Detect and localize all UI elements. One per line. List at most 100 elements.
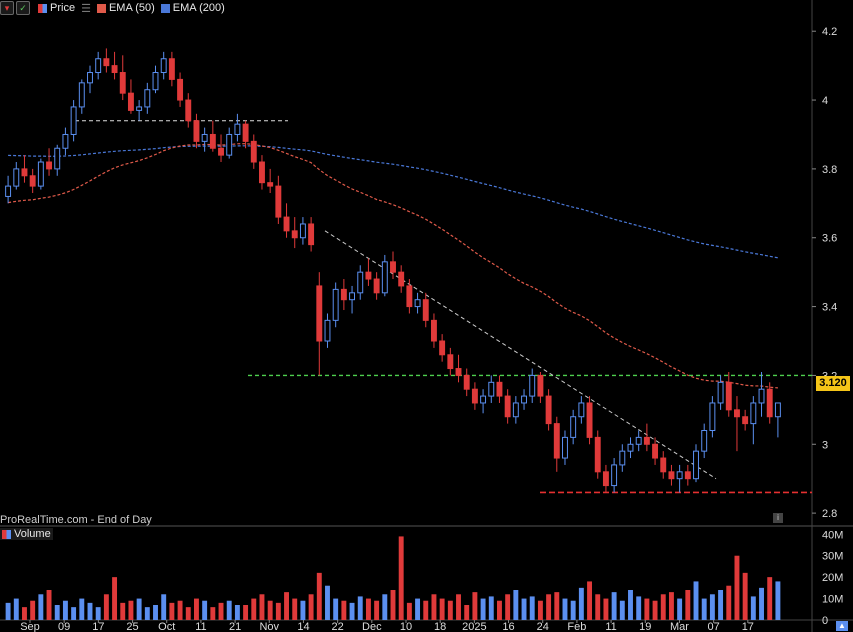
volume-bar xyxy=(685,590,691,620)
volume-bar xyxy=(349,602,355,620)
volume-bar xyxy=(365,598,371,620)
candle-body xyxy=(87,72,93,84)
candle-body xyxy=(537,374,544,397)
volume-bar xyxy=(562,598,568,620)
volume-bar xyxy=(333,598,339,620)
ema200-swatch xyxy=(160,3,170,13)
candle-body xyxy=(332,288,339,321)
price-tick-label: 3 xyxy=(822,439,828,451)
candle-body xyxy=(373,278,380,294)
volume-bar xyxy=(628,590,633,620)
candle-body xyxy=(29,175,36,187)
volume-bar xyxy=(112,577,118,620)
candle-body xyxy=(693,450,699,480)
volume-bar xyxy=(677,598,683,620)
candle-body xyxy=(652,443,659,459)
volume-bar xyxy=(546,594,552,620)
candle-body xyxy=(242,123,249,142)
candle-body xyxy=(54,147,61,170)
candle-body xyxy=(414,299,421,308)
candle-body xyxy=(152,72,159,91)
candle-body xyxy=(62,133,69,149)
candle-body xyxy=(463,374,470,390)
watermark: ProRealTime.com - End of Day xyxy=(0,514,152,526)
price-chart[interactable]: 4.243.83.63.43.232.840M30M20M10M0Sep0917… xyxy=(0,0,853,632)
volume-bar xyxy=(71,607,77,620)
candle-body xyxy=(504,395,511,418)
volume-swatch xyxy=(2,529,11,539)
volume-bar xyxy=(95,607,101,620)
volume-bar xyxy=(415,598,421,620)
volume-bar xyxy=(603,598,609,620)
candle-body xyxy=(553,423,560,459)
candle-body xyxy=(480,395,487,404)
info-icon[interactable]: i xyxy=(773,513,783,523)
candle-body xyxy=(365,271,372,280)
chart-settings-icon[interactable]: ✓ xyxy=(16,1,30,15)
candle-body xyxy=(627,443,634,452)
candle-body xyxy=(209,133,216,149)
volume-bar xyxy=(325,585,330,620)
candle-body xyxy=(46,161,52,170)
candle-body xyxy=(136,106,143,111)
volume-bar xyxy=(423,600,429,620)
volume-bar xyxy=(595,594,601,620)
volume-bar xyxy=(464,605,470,620)
price-tick-label: 3.4 xyxy=(822,302,837,314)
price-tick-label: 4.2 xyxy=(822,26,837,38)
candle-body xyxy=(201,133,208,142)
candle-body xyxy=(267,182,274,187)
volume-bar xyxy=(660,594,666,620)
candle-body xyxy=(193,120,200,142)
volume-bar xyxy=(251,598,257,620)
candle-body xyxy=(660,457,667,473)
volume-bar xyxy=(439,598,445,620)
ema200-label: EMA (200) xyxy=(172,2,225,14)
volume-bar xyxy=(734,555,740,620)
volume-bar xyxy=(87,602,93,620)
volume-bar xyxy=(120,602,126,620)
volume-bar xyxy=(46,590,52,620)
volume-bar xyxy=(218,602,224,620)
candle-body xyxy=(111,65,118,74)
volume-bar xyxy=(62,600,68,620)
volume-tick-label: 10M xyxy=(822,594,843,606)
candle-body xyxy=(774,402,781,418)
volume-bar xyxy=(13,598,19,620)
volume-bar xyxy=(169,602,175,620)
price-tick-label: 3.6 xyxy=(822,233,837,245)
candle-body xyxy=(250,140,257,163)
candle-body xyxy=(160,58,167,74)
volume-label: Volume xyxy=(14,528,51,540)
candle-body xyxy=(521,395,527,404)
candle-body xyxy=(398,271,405,287)
candle-body xyxy=(144,89,151,108)
volume-bar xyxy=(234,605,240,620)
volume-bar xyxy=(701,598,707,620)
volume-bar xyxy=(316,572,322,620)
candle-body xyxy=(406,285,413,308)
volume-bar xyxy=(30,600,36,620)
volume-bar xyxy=(341,600,347,620)
volume-bar xyxy=(431,594,437,620)
chart-menu-icon[interactable]: ▾ xyxy=(0,1,14,15)
volume-bar xyxy=(398,536,404,620)
candle-body xyxy=(570,416,577,438)
volume-bar xyxy=(374,600,380,620)
candle-body xyxy=(103,58,110,67)
volume-tick-label: 0 xyxy=(822,615,828,627)
scroll-up-icon[interactable]: ▲ xyxy=(836,621,848,631)
candle-body xyxy=(488,381,495,397)
volume-bar xyxy=(668,592,674,620)
candle-body xyxy=(185,99,192,122)
candle-body xyxy=(635,436,642,445)
volume-bar xyxy=(742,572,748,620)
volume-bar xyxy=(259,594,265,620)
volume-bar xyxy=(513,590,519,620)
candle-body xyxy=(127,92,134,111)
volume-bar xyxy=(480,598,486,620)
volume-bar xyxy=(537,600,543,620)
volume-bar xyxy=(497,600,502,620)
volume-bar xyxy=(128,600,134,620)
candle-body xyxy=(496,381,503,397)
